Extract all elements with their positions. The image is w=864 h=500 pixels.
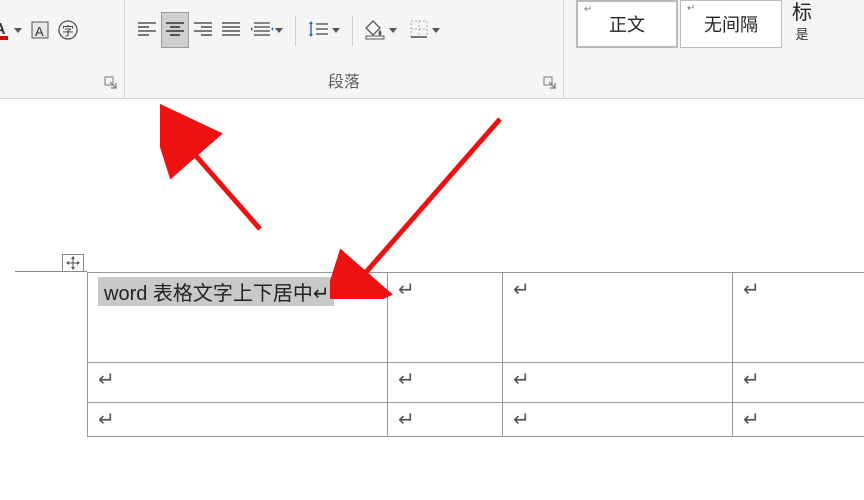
shading-button[interactable]: [359, 12, 403, 48]
borders-button[interactable]: [403, 12, 447, 48]
paragraph-mark: ↵: [743, 279, 760, 301]
enclose-char-icon: 字: [57, 19, 79, 41]
style-no-spacing-label: 无间隔: [704, 11, 758, 37]
style-body-text[interactable]: ↵ 正文: [576, 0, 678, 48]
style-no-spacing[interactable]: ↵ 无间隔: [680, 0, 782, 48]
dialog-launcher-icon: [543, 76, 557, 90]
svg-text:A: A: [35, 24, 44, 39]
table-cell[interactable]: ↵: [733, 363, 864, 403]
paragraph-mark: ↵: [398, 409, 415, 431]
paragraph-mark: ↵: [743, 409, 760, 431]
shading-icon: [365, 20, 387, 40]
table-cell[interactable]: ↵: [503, 363, 733, 403]
align-center-button[interactable]: [161, 12, 189, 48]
table-cell[interactable]: ↵: [733, 273, 864, 363]
line-spacing-button[interactable]: [302, 12, 346, 48]
svg-text:字: 字: [62, 23, 74, 38]
style-mini-mark: ↵: [687, 3, 695, 14]
ribbon: A A 字: [0, 0, 864, 99]
align-center-icon: [165, 21, 185, 39]
style-heading-partial[interactable]: 标 是: [784, 0, 812, 48]
paragraph-mark: ↵: [313, 283, 330, 305]
table-cell[interactable]: ↵: [388, 403, 503, 437]
ribbon-styles-group: ↵ 正文 ↵ 无间隔 标 是: [564, 0, 812, 98]
line-spacing-icon: [308, 21, 330, 39]
table-move-handle[interactable]: [62, 254, 84, 272]
borders-icon: [410, 20, 430, 40]
align-justify-button[interactable]: [217, 12, 245, 48]
paragraph-mark: ↵: [513, 369, 530, 391]
separator: [295, 16, 296, 46]
align-right-icon: [193, 21, 213, 39]
document-area[interactable]: word 表格文字上下居中↵ ↵ ↵ ↵ ↵ ↵ ↵ ↵ ↵ ↵ ↵ ↵: [0, 99, 864, 500]
table-cell[interactable]: ↵: [388, 273, 503, 363]
dropdown-arrow-icon: [14, 28, 22, 33]
paragraph-group-expand[interactable]: [543, 76, 557, 90]
align-right-button[interactable]: [189, 12, 217, 48]
dropdown-arrow-icon: [332, 28, 340, 33]
font-color-button[interactable]: A: [0, 12, 26, 48]
table-cell[interactable]: ↵: [733, 403, 864, 437]
separator: [352, 16, 353, 46]
font-group-expand[interactable]: [104, 76, 118, 90]
table-row[interactable]: ↵ ↵ ↵ ↵: [88, 363, 864, 403]
table-cell[interactable]: ↵: [88, 403, 388, 437]
highlight-button[interactable]: A: [26, 12, 54, 48]
move-handle-icon: [66, 256, 80, 270]
style-heading-partial-top: 标: [792, 3, 812, 23]
table-row[interactable]: word 表格文字上下居中↵ ↵ ↵ ↵: [88, 273, 864, 363]
document-table[interactable]: word 表格文字上下居中↵ ↵ ↵ ↵ ↵ ↵ ↵ ↵ ↵ ↵ ↵ ↵: [87, 272, 864, 437]
paragraph-group-label: 段落: [328, 68, 360, 92]
dialog-launcher-icon: [104, 76, 118, 90]
annotation-arrow-2: [330, 99, 530, 299]
selected-cell-text[interactable]: word 表格文字上下居中↵: [98, 277, 334, 306]
paragraph-mark: ↵: [398, 369, 415, 391]
table-row[interactable]: ↵ ↵ ↵ ↵: [88, 403, 864, 437]
paragraph-mark: ↵: [513, 279, 530, 301]
table-cell[interactable]: word 表格文字上下居中↵: [88, 273, 388, 363]
paragraph-mark: ↵: [513, 409, 530, 431]
table-cell[interactable]: ↵: [503, 273, 733, 363]
paragraph-mark: ↵: [98, 369, 115, 391]
ribbon-paragraph-group: 段落: [125, 0, 564, 98]
style-heading-partial-bottom: 是: [795, 25, 808, 45]
align-left-button[interactable]: [133, 12, 161, 48]
enclose-char-button[interactable]: 字: [54, 12, 82, 48]
table-cell[interactable]: ↵: [388, 363, 503, 403]
cell-text: word 表格文字上下居中: [104, 283, 313, 305]
distributed-align-button[interactable]: [245, 12, 289, 48]
dropdown-arrow-icon: [389, 28, 397, 33]
font-color-icon: A: [0, 19, 12, 41]
paragraph-mark: ↵: [398, 279, 415, 301]
dropdown-arrow-icon: [432, 28, 440, 33]
table-cell[interactable]: ↵: [88, 363, 388, 403]
distributed-icon: [251, 21, 273, 39]
style-body-text-label: 正文: [609, 11, 645, 37]
align-left-icon: [137, 21, 157, 39]
dropdown-arrow-icon: [275, 28, 283, 33]
highlight-icon: A: [29, 19, 51, 41]
style-mini-mark: ↵: [584, 4, 592, 15]
svg-text:A: A: [0, 21, 6, 38]
paragraph-mark: ↵: [743, 369, 760, 391]
table-cell[interactable]: ↵: [503, 403, 733, 437]
align-justify-icon: [221, 21, 241, 39]
paragraph-mark: ↵: [98, 409, 115, 431]
ribbon-font-group: A A 字: [0, 0, 125, 98]
